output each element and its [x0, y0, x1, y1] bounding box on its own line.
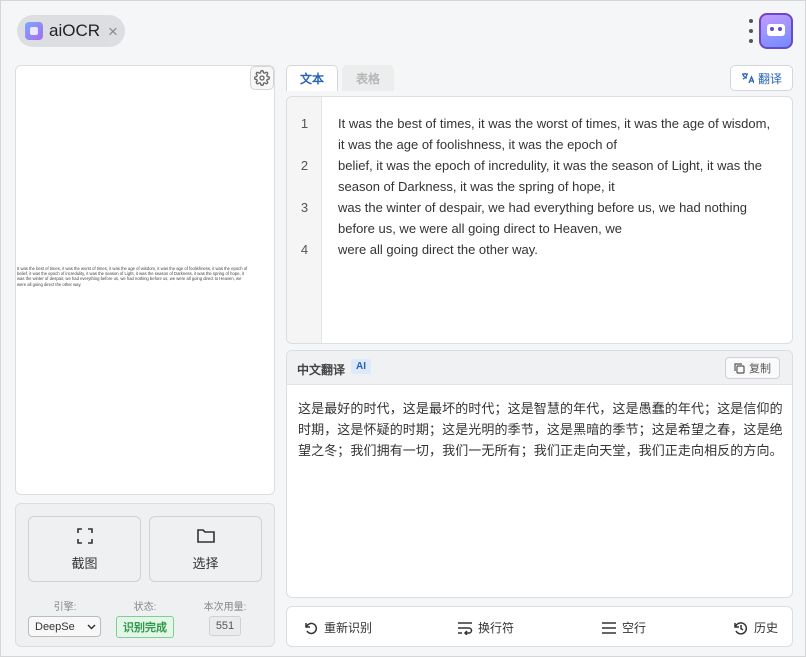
usage-badge: 551 [208, 616, 242, 636]
app-window: aiOCR × It was the best of times, it was… [0, 0, 806, 657]
more-menu-icon[interactable] [745, 19, 757, 43]
preview-line: was the winter of despair, we had everyt… [17, 276, 242, 282]
translation-panel: 中文翻译 AI 复制 这是最好的时代，这是最坏的时代；这是智慧的年代，这是愚蠢的… [286, 350, 793, 598]
screenshot-label: 截图 [71, 555, 98, 571]
reocr-button[interactable]: 重新识别 [303, 607, 372, 648]
linebreak-label: 换行符 [478, 621, 515, 635]
chevron-down-icon [87, 623, 96, 630]
gear-icon[interactable] [250, 66, 274, 90]
status-badge: 识别完成 [116, 616, 174, 638]
mascot-avatar[interactable] [759, 13, 793, 49]
refresh-icon [305, 622, 318, 634]
line-number: 2 [300, 158, 309, 173]
app-logo-icon [25, 22, 43, 40]
editor-content: It was the best of times, it was the wor… [338, 113, 778, 260]
editor-line: was the winter of despair, we had everyt… [338, 200, 748, 236]
reocr-label: 重新识别 [324, 621, 373, 635]
translate-button[interactable]: 翻译 [730, 65, 793, 91]
copy-label: 复制 [749, 363, 771, 375]
select-label: 选择 [192, 555, 219, 571]
bottom-toolbar: 重新识别 换行符 空行 历史 [286, 606, 793, 647]
history-button[interactable]: 历史 [733, 607, 778, 648]
select-file-button[interactable]: 选择 [149, 516, 262, 582]
copy-button[interactable]: 复制 [725, 357, 780, 379]
status-meta: 状态: 识别完成 [105, 598, 185, 638]
translation-title: 中文翻译 [297, 363, 346, 377]
screenshot-button[interactable]: 截图 [28, 516, 141, 582]
image-preview-panel: It was the best of times, it was the wor… [15, 65, 275, 495]
line-number: 4 [300, 242, 309, 257]
folder-icon [196, 528, 215, 543]
copy-icon [734, 362, 745, 374]
engine-meta: 引擎: DeepSe [25, 598, 105, 637]
preview-line: were all going direct the other way. [17, 281, 82, 287]
crop-icon [76, 527, 93, 544]
close-icon[interactable]: × [108, 23, 118, 40]
history-label: 历史 [754, 621, 779, 635]
editor-line: It was the best of times, it was the wor… [338, 116, 771, 152]
app-name: aiOCR [49, 21, 101, 40]
editor-line: belief, it was the epoch of incredulity,… [338, 158, 762, 194]
translate-label: 翻译 [757, 71, 782, 86]
tab-table[interactable]: 表格 [342, 65, 394, 91]
translation-text[interactable]: 这是最好的时代，这是最坏的时代；这是智慧的年代，这是愚蠢的年代；这是信仰的时期，… [298, 399, 786, 462]
usage-meta: 本次用量: 551 [185, 598, 265, 636]
line-number: 1 [300, 116, 309, 131]
blankline-label: 空行 [622, 621, 647, 635]
usage-label: 本次用量: [203, 602, 247, 613]
engine-label: 引擎: [53, 602, 77, 613]
translate-icon [741, 73, 754, 84]
app-tab[interactable]: aiOCR × [17, 15, 125, 47]
line-number-gutter: 1 2 3 4 [287, 97, 322, 343]
editor-line: were all going direct the other way. [338, 242, 538, 257]
status-label: 状态: [133, 602, 157, 613]
linebreak-button[interactable]: 换行符 [457, 607, 514, 648]
preview-image-text: It was the best of times, it was the wor… [17, 266, 273, 287]
blankline-button[interactable]: 空行 [601, 607, 646, 648]
engine-select[interactable]: DeepSe [28, 616, 101, 637]
engine-value: DeepSe [35, 620, 75, 633]
line-number: 3 [300, 200, 309, 215]
lines-icon [602, 621, 616, 634]
control-panel: 截图 选择 引擎: DeepSe 状态: 识别完成 本次用量: 551 [15, 503, 275, 647]
wrap-text-icon [458, 621, 473, 635]
history-icon [734, 621, 748, 635]
ai-badge: AI [351, 359, 371, 374]
translation-header: 中文翻译 AI 复制 [287, 351, 792, 385]
ocr-text-editor[interactable]: 1 2 3 4 It was the best of times, it was… [286, 96, 793, 344]
tab-text[interactable]: 文本 [286, 65, 338, 91]
